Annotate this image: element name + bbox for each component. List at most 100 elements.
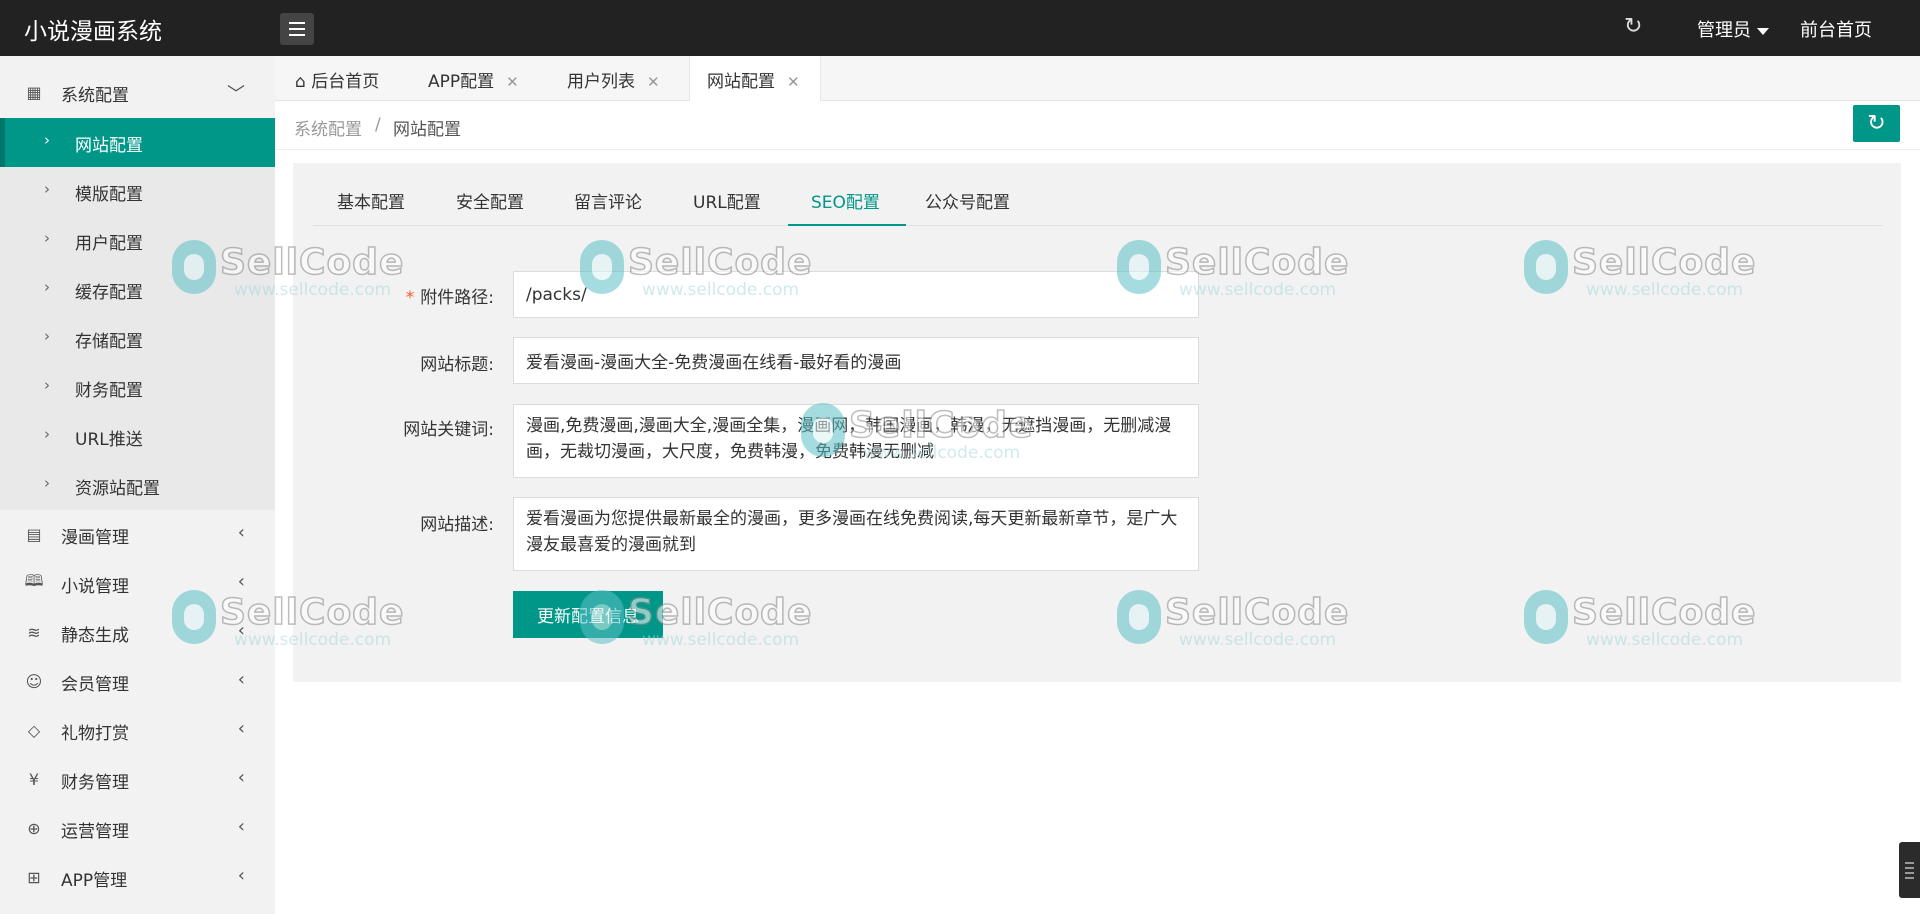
globe-icon: ⊕ (27, 818, 41, 838)
sidebar-group-novel[interactable]: 🕮 小说管理 ‹ (0, 559, 275, 608)
chevron-right-icon: › (44, 327, 50, 345)
sidebar-item-url-push[interactable]: › URL推送 (0, 412, 275, 461)
field-label-text: 附件路径: (420, 288, 494, 308)
tab-wechat-config[interactable]: 公众号配置 (925, 188, 1010, 213)
refresh-icon: ↻ (1867, 111, 1886, 136)
chevron-right-icon: › (44, 180, 50, 198)
app-title: 小说漫画系统 (24, 19, 162, 45)
chevron-right-icon: › (44, 474, 50, 492)
sidebar-group-comic[interactable]: ▤ 漫画管理 ‹ (0, 510, 275, 559)
close-icon[interactable]: ✕ (787, 73, 800, 91)
sidebar-group-label: 系统配置 (61, 86, 129, 106)
sidebar-item-label: 资源站配置 (75, 479, 160, 499)
chevron-left-icon: ‹ (237, 816, 245, 837)
user-icon: ☺ (25, 671, 43, 691)
sidebar-group-system-config[interactable]: ▦ 系统配置 ﹀ (0, 68, 275, 117)
tab-security-config[interactable]: 安全配置 (456, 188, 524, 213)
sidebar-item-resource-config[interactable]: › 资源站配置 (0, 461, 275, 510)
tab-comments[interactable]: 留言评论 (574, 188, 642, 213)
windows-icon: ⊞ (27, 867, 41, 887)
sidebar-group-label: 运营管理 (61, 822, 129, 842)
sidebar-item-storage-config[interactable]: › 存储配置 (0, 314, 275, 363)
sidebar-group-label: 财务管理 (61, 773, 129, 793)
chevron-left-icon: ‹ (237, 571, 245, 592)
tab-app-config[interactable]: APP配置 ✕ (428, 56, 519, 101)
sidebar-group-operations[interactable]: ⊕ 运营管理 ‹ (0, 804, 275, 853)
chevron-left-icon: ‹ (237, 718, 245, 739)
tab-user-list[interactable]: 用户列表 ✕ (567, 56, 660, 101)
sidebar-group-finance[interactable]: ¥ 财务管理 ‹ (0, 755, 275, 804)
site-keywords-label: 网站关键词: (403, 420, 494, 440)
breadcrumb-parent[interactable]: 系统配置 (294, 115, 362, 140)
tab-dashboard[interactable]: ⌂ 后台首页 (295, 56, 379, 101)
sidebar-group-label: 漫画管理 (61, 528, 129, 548)
admin-menu[interactable]: 管理员 (1697, 16, 1769, 42)
yen-icon: ¥ (28, 769, 40, 789)
chevron-right-icon: › (44, 376, 50, 394)
sidebar-group-static[interactable]: ≋ 静态生成 ‹ (0, 608, 275, 657)
sidebar-item-site-config[interactable]: › 网站配置 (0, 118, 275, 167)
page-tabs: ⌂ 后台首页 APP配置 ✕ 用户列表 ✕ 网站配置 ✕ (275, 56, 1920, 102)
site-description-textarea[interactable]: 爱看漫画为您提供最新最全的漫画，更多漫画在线免费阅读,每天更新最新章节，是广大漫… (513, 497, 1199, 571)
chevron-left-icon: ‹ (237, 865, 245, 886)
sidebar-group-app[interactable]: ⊞ APP管理 ‹ (0, 853, 275, 902)
layers-icon: ≋ (27, 622, 41, 642)
open-book-icon: 🕮 (24, 570, 44, 590)
sidebar-item-label: URL推送 (75, 430, 143, 450)
chevron-right-icon: › (44, 425, 50, 443)
chevron-down-icon: ﹀ (227, 84, 245, 105)
sidebar: ▦ 系统配置 ﹀ › 网站配置 › 模版配置 › 用户配置 › 缓存配置 › 存储配置 ›… (0, 56, 275, 914)
sidebar-group-label: APP管理 (61, 871, 128, 891)
caret-down-icon (1757, 27, 1769, 35)
required-mark: * (405, 288, 415, 308)
tab-label: 用户列表 (567, 72, 635, 92)
active-tab-indicator (788, 224, 906, 226)
diamond-icon: ◇ (27, 720, 41, 740)
admin-label: 管理员 (1697, 20, 1751, 41)
sidebar-group-label: 小说管理 (61, 577, 129, 597)
chevron-left-icon: ‹ (237, 522, 245, 543)
tab-seo-config[interactable]: SEO配置 (811, 188, 880, 213)
breadcrumb: 系统配置 / 网站配置 (275, 101, 1920, 150)
floating-toolbar-handle[interactable] (1899, 842, 1920, 898)
chevron-left-icon: ‹ (237, 767, 245, 788)
sidebar-group-members[interactable]: ☺ 会员管理 ‹ (0, 657, 275, 706)
sidebar-item-cache-config[interactable]: › 缓存配置 (0, 265, 275, 314)
sidebar-group-gifts[interactable]: ◇ 礼物打赏 ‹ (0, 706, 275, 755)
update-config-button[interactable]: 更新配置信息 (513, 591, 663, 638)
sidebar-group-label: 会员管理 (61, 675, 129, 695)
sidebar-group-label: 礼物打赏 (61, 724, 129, 744)
site-description-label: 网站描述: (420, 515, 494, 535)
chevron-right-icon: › (44, 229, 50, 247)
book-icon: ▤ (26, 524, 42, 544)
breadcrumb-current: 网站配置 (393, 120, 461, 140)
chevron-left-icon: ‹ (237, 669, 245, 690)
sidebar-item-label: 财务配置 (75, 381, 143, 401)
refresh-icon[interactable]: ↻ (1624, 14, 1642, 39)
home-icon: ⌂ (295, 72, 312, 92)
close-icon[interactable]: ✕ (506, 73, 519, 91)
sidebar-item-label: 用户配置 (75, 234, 143, 254)
chevron-right-icon: › (44, 278, 50, 296)
sidebar-item-label: 缓存配置 (75, 283, 143, 303)
sidebar-group-label: 静态生成 (61, 626, 129, 646)
chevron-right-icon: › (44, 131, 50, 149)
attachment-path-input[interactable] (513, 271, 1199, 318)
sidebar-item-template-config[interactable]: › 模版配置 (0, 167, 275, 216)
site-title-input[interactable] (513, 337, 1199, 384)
breadcrumb-separator: / (375, 115, 381, 135)
sidebar-item-label: 网站配置 (75, 136, 143, 156)
menu-toggle-button[interactable] (280, 13, 314, 45)
tab-label: 网站配置 (707, 72, 775, 92)
sidebar-item-label: 存储配置 (75, 332, 143, 352)
sidebar-item-finance-config[interactable]: › 财务配置 (0, 363, 275, 412)
reload-button[interactable]: ↻ (1853, 105, 1900, 142)
tab-basic-config[interactable]: 基本配置 (337, 188, 405, 213)
frontend-link[interactable]: 前台首页 (1800, 16, 1872, 42)
tab-url-config[interactable]: URL配置 (693, 188, 761, 213)
site-keywords-textarea[interactable]: 漫画,免费漫画,漫画大全,漫画全集，漫画网，韩国漫画，韩漫，无遮挡漫画，无删减漫… (513, 404, 1199, 478)
close-icon[interactable]: ✕ (647, 73, 660, 91)
sidebar-item-user-config[interactable]: › 用户配置 (0, 216, 275, 265)
tab-label: 后台首页 (311, 72, 380, 92)
tab-site-config[interactable]: 网站配置 ✕ (689, 56, 821, 102)
